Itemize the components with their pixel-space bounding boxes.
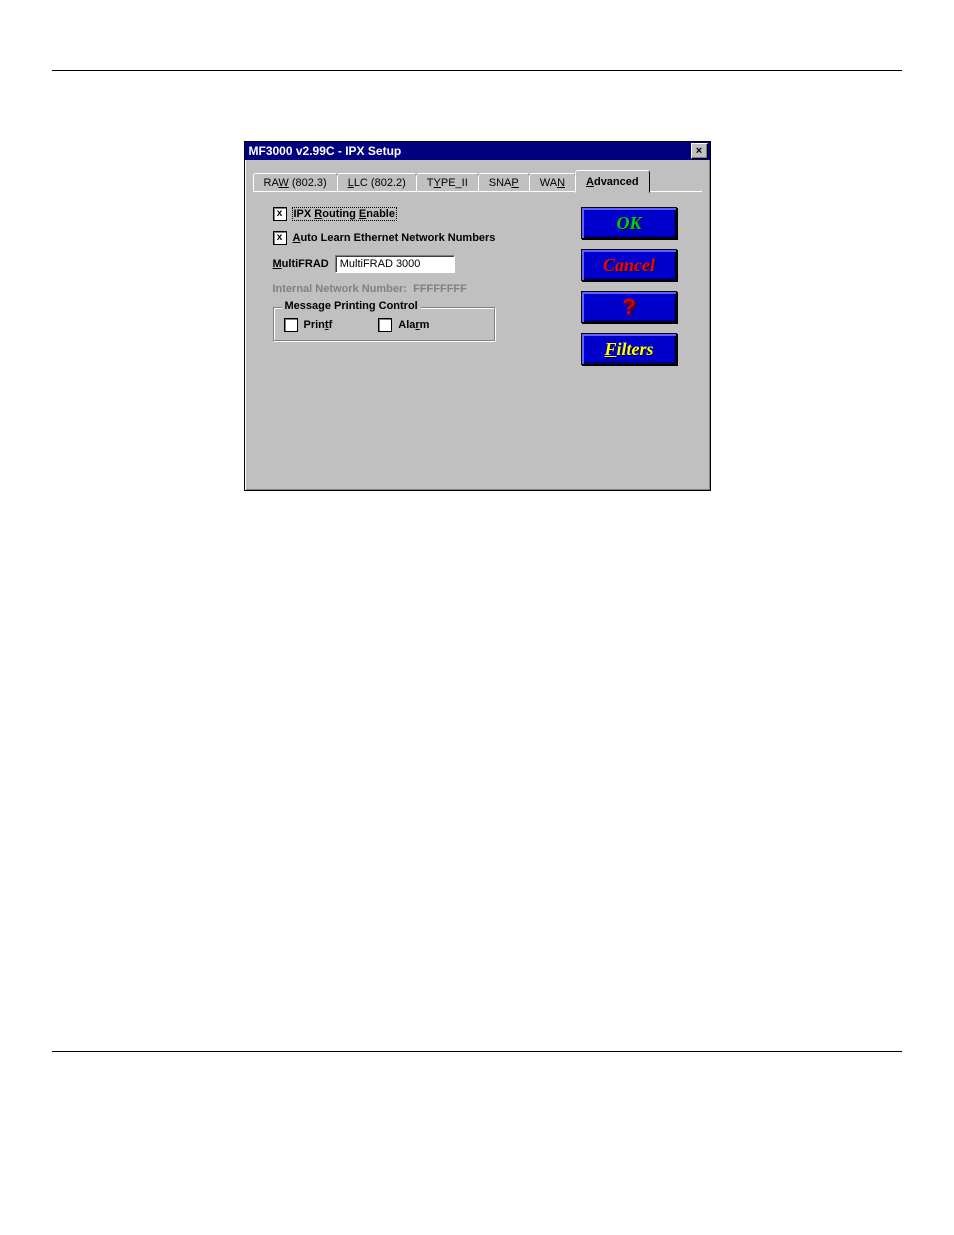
alarm-row[interactable]: Alarm bbox=[378, 318, 429, 332]
tab-advanced[interactable]: Advanced bbox=[575, 170, 650, 193]
window-title: MF3000 v2.99C - IPX Setup bbox=[249, 144, 402, 158]
tab-llc[interactable]: LLC (802.2) bbox=[337, 173, 417, 192]
ipx-setup-dialog: MF3000 v2.99C - IPX Setup × RAW (802.3) … bbox=[244, 141, 711, 491]
ok-button[interactable]: OK bbox=[581, 207, 677, 239]
checkbox-icon[interactable] bbox=[378, 318, 392, 332]
group-title: Message Printing Control bbox=[282, 300, 421, 312]
help-button[interactable]: ? bbox=[581, 291, 677, 323]
page-top-rule bbox=[52, 70, 902, 71]
multifrad-name-input[interactable] bbox=[335, 255, 455, 273]
filters-button[interactable]: Filters bbox=[581, 333, 677, 365]
checkbox-icon[interactable] bbox=[273, 207, 287, 221]
printf-row[interactable]: Printf bbox=[284, 318, 333, 332]
title-bar[interactable]: MF3000 v2.99C - IPX Setup × bbox=[245, 142, 710, 160]
tab-type2[interactable]: TYPE_II bbox=[416, 173, 479, 192]
tab-snap[interactable]: SNAP bbox=[478, 173, 530, 192]
close-icon[interactable]: × bbox=[691, 143, 708, 159]
checkbox-icon[interactable] bbox=[273, 231, 287, 245]
help-icon: ? bbox=[622, 294, 635, 320]
tab-wan[interactable]: WAN bbox=[529, 173, 576, 192]
tab-strip: RAW (802.3) LLC (802.2) TYPE_II SNAP WAN… bbox=[253, 170, 702, 192]
ok-label: OK bbox=[616, 213, 641, 234]
cancel-label: Cancel bbox=[603, 255, 655, 276]
tab-raw[interactable]: RAW (802.3) bbox=[253, 173, 338, 192]
checkbox-icon[interactable] bbox=[284, 318, 298, 332]
cancel-button[interactable]: Cancel bbox=[581, 249, 677, 281]
multifrad-name-row: MultiFRAD bbox=[273, 255, 567, 273]
internal-network-number: Internal Network Number: FFFFFFFF bbox=[273, 283, 567, 295]
auto-learn-row[interactable]: Auto Learn Ethernet Network Numbers bbox=[273, 231, 567, 245]
ipx-routing-enable-row[interactable]: IPX Routing Enable bbox=[273, 207, 567, 221]
message-printing-control-group: Message Printing Control Printf Alarm bbox=[273, 307, 495, 341]
page-bottom-rule bbox=[52, 1051, 902, 1052]
